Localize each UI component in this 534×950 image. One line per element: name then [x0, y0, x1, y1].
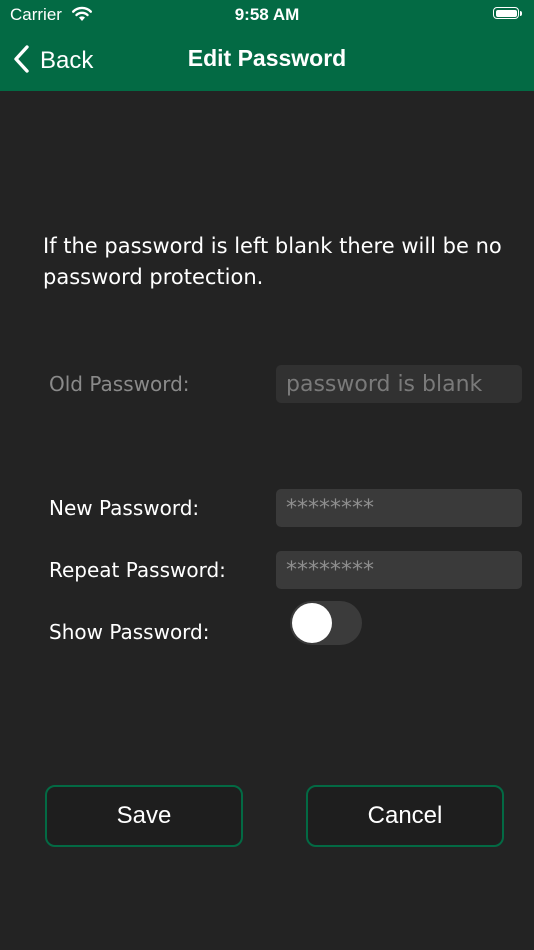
- save-button[interactable]: Save: [45, 785, 243, 847]
- new-password-label: New Password:: [49, 496, 200, 520]
- cancel-button[interactable]: Cancel: [306, 785, 504, 847]
- status-time: 9:58 AM: [234, 5, 300, 24]
- repeat-password-label: Repeat Password:: [49, 558, 226, 582]
- navigation-bar: Carrier 9:58 AM Back Edit Password: [0, 0, 534, 91]
- status-bar: Carrier 9:58 AM: [0, 0, 534, 30]
- old-password-field[interactable]: [276, 365, 522, 403]
- show-password-label: Show Password:: [49, 620, 210, 644]
- old-password-label: Old Password:: [49, 372, 190, 396]
- page-title: Edit Password: [187, 45, 347, 71]
- new-password-field[interactable]: [276, 489, 522, 527]
- info-message: If the password is left blank there will…: [43, 234, 502, 289]
- repeat-password-field[interactable]: [276, 551, 522, 589]
- show-password-toggle[interactable]: [290, 601, 362, 645]
- battery-icon: [493, 7, 519, 19]
- toggle-knob: [292, 603, 332, 643]
